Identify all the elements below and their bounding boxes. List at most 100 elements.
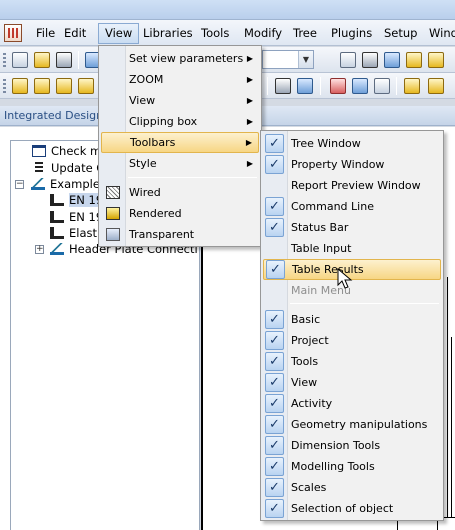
checkmark-icon: ✓ bbox=[265, 373, 284, 392]
checkmark-icon: ✓ bbox=[265, 478, 284, 497]
checkmark-icon: ✓ bbox=[265, 197, 284, 216]
menu-item-project[interactable]: ✓ Project bbox=[263, 330, 441, 351]
menu-item-view[interactable]: ✓ View bbox=[263, 372, 441, 393]
menu-item-toolbars[interactable]: Toolbars ▶ bbox=[101, 132, 259, 153]
view-menu: Set view parameters ▶ ZOOM ▶ View ▶ Clippin… bbox=[98, 45, 262, 247]
notes-icon[interactable] bbox=[428, 52, 444, 68]
checkmark-icon: ✓ bbox=[265, 134, 284, 153]
menu-item-rendered[interactable]: Rendered bbox=[101, 203, 259, 224]
menu-item-wired[interactable]: Wired bbox=[101, 182, 259, 203]
menu-item-activity[interactable]: ✓ Activity bbox=[263, 393, 441, 414]
toolbar-separator bbox=[267, 77, 268, 95]
menu-item-view[interactable]: View ▶ bbox=[101, 90, 259, 111]
tree-item-example[interactable]: Example bbox=[31, 176, 100, 193]
save-icon[interactable] bbox=[56, 52, 72, 68]
checkmark-icon: ✓ bbox=[265, 310, 284, 329]
menu-edit[interactable]: Edit bbox=[58, 23, 92, 44]
member-tool-icon[interactable] bbox=[34, 78, 50, 94]
drawing-line bbox=[447, 277, 448, 517]
menu-item-table-input[interactable]: Table Input bbox=[263, 238, 441, 259]
member-tool-icon[interactable] bbox=[56, 78, 72, 94]
menu-window[interactable]: Windo bbox=[423, 23, 455, 44]
toolbar-grip[interactable] bbox=[3, 79, 6, 93]
glasses-icon[interactable] bbox=[404, 78, 420, 94]
list-icon bbox=[35, 162, 43, 174]
checkmark-icon: ✓ bbox=[265, 394, 284, 413]
drawing-line bbox=[451, 337, 452, 517]
wired-icon bbox=[106, 186, 120, 199]
menu-item-dimension-tools[interactable]: ✓ Dimension Tools bbox=[263, 435, 441, 456]
menu-item-tree-window[interactable]: ✓ Tree Window bbox=[263, 133, 441, 154]
member-tool-icon[interactable] bbox=[78, 78, 94, 94]
app-icon[interactable] bbox=[4, 24, 22, 42]
menu-libraries[interactable]: Libraries bbox=[137, 23, 199, 44]
menu-item-modelling-tools[interactable]: ✓ Modelling Tools bbox=[263, 456, 441, 477]
checkmark-icon: ✓ bbox=[265, 415, 284, 434]
menu-view[interactable]: View bbox=[98, 23, 140, 44]
glasses-icon[interactable] bbox=[428, 78, 444, 94]
tree-item-en19-1[interactable]: EN 19 bbox=[50, 192, 104, 209]
menu-separator bbox=[128, 177, 257, 178]
menu-item-status-bar[interactable]: ✓ Status Bar bbox=[263, 217, 441, 238]
tree-item-check[interactable]: Check m bbox=[32, 143, 101, 160]
menu-tools[interactable]: Tools bbox=[195, 23, 235, 44]
menu-item-set-view-parameters[interactable]: Set view parameters ▶ bbox=[101, 48, 259, 69]
menu-setup[interactable]: Setup bbox=[378, 23, 423, 44]
checkmark-icon: ✓ bbox=[265, 331, 284, 350]
steel-member-icon bbox=[50, 194, 64, 206]
toolbar-separator bbox=[396, 77, 397, 95]
menu-plugins[interactable]: Plugins bbox=[325, 23, 378, 44]
menu-item-zoom[interactable]: ZOOM ▶ bbox=[101, 69, 259, 90]
submenu-arrow-icon: ▶ bbox=[246, 54, 253, 63]
menu-modify[interactable]: Modify bbox=[238, 23, 288, 44]
menu-item-report-preview-window[interactable]: Report Preview Window bbox=[263, 175, 441, 196]
menu-item-geometry-manipulations[interactable]: ✓ Geometry manipulations bbox=[263, 414, 441, 435]
move-icon[interactable] bbox=[297, 78, 313, 94]
checkmark-icon: ✓ bbox=[265, 499, 284, 518]
menu-item-transparent[interactable]: Transparent bbox=[101, 224, 259, 245]
collapse-icon[interactable]: − bbox=[15, 180, 24, 189]
deselect-icon[interactable] bbox=[374, 78, 390, 94]
submenu-arrow-icon: ▶ bbox=[245, 138, 252, 147]
menu-tree[interactable]: Tree bbox=[287, 23, 323, 44]
new-file-icon[interactable] bbox=[12, 52, 28, 68]
checkmark-icon: ✓ bbox=[265, 218, 284, 237]
menu-item-tools[interactable]: ✓ Tools bbox=[263, 351, 441, 372]
chevron-down-icon[interactable]: ▼ bbox=[298, 51, 313, 68]
toolbars-submenu: ✓ Tree Window ✓ Property Window Report Previ… bbox=[260, 130, 444, 521]
toolbar-grip[interactable] bbox=[3, 53, 6, 67]
snap-icon[interactable] bbox=[275, 78, 291, 94]
open-folder-icon[interactable] bbox=[34, 52, 50, 68]
select-object-icon[interactable] bbox=[330, 78, 346, 94]
menu-item-command-line[interactable]: ✓ Command Line bbox=[263, 196, 441, 217]
mm-units-icon[interactable] bbox=[340, 52, 356, 68]
tree-item-elastic[interactable]: Elasti bbox=[50, 225, 100, 242]
checkmark-icon: ✓ bbox=[265, 352, 284, 371]
select-window-icon[interactable] bbox=[352, 78, 368, 94]
window-icon bbox=[32, 145, 46, 157]
submenu-arrow-icon: ▶ bbox=[246, 159, 253, 168]
panel-title: Integrated Design bbox=[4, 109, 104, 122]
member-tool-icon[interactable] bbox=[12, 78, 28, 94]
mouse-cursor-icon bbox=[337, 268, 353, 289]
layers-icon[interactable] bbox=[362, 52, 378, 68]
menu-item-style[interactable]: Style ▶ bbox=[101, 153, 259, 174]
expand-icon[interactable]: + bbox=[35, 245, 44, 254]
checkmark-icon: ✓ bbox=[265, 155, 284, 174]
submenu-arrow-icon: ▶ bbox=[246, 117, 253, 126]
menu-item-basic[interactable]: ✓ Basic bbox=[263, 309, 441, 330]
menu-file[interactable]: File bbox=[30, 23, 61, 44]
menu-item-selection-of-object[interactable]: ✓ Selection of object bbox=[263, 498, 441, 519]
window-title-bar bbox=[0, 0, 455, 20]
menu-item-scales[interactable]: ✓ Scales bbox=[263, 477, 441, 498]
view-combo[interactable]: ▼ bbox=[262, 50, 314, 69]
checkmark-icon: ✓ bbox=[265, 436, 284, 455]
steel-member-icon bbox=[50, 227, 64, 239]
menu-item-clipping-box[interactable]: Clipping box ▶ bbox=[101, 111, 259, 132]
tree-item-update[interactable]: Update C bbox=[32, 160, 104, 177]
library-icon[interactable] bbox=[406, 52, 422, 68]
tree-item-en19-2[interactable]: EN 19 bbox=[50, 209, 103, 226]
grid-icon[interactable] bbox=[384, 52, 400, 68]
menu-item-property-window[interactable]: ✓ Property Window bbox=[263, 154, 441, 175]
transparent-icon bbox=[106, 228, 120, 241]
